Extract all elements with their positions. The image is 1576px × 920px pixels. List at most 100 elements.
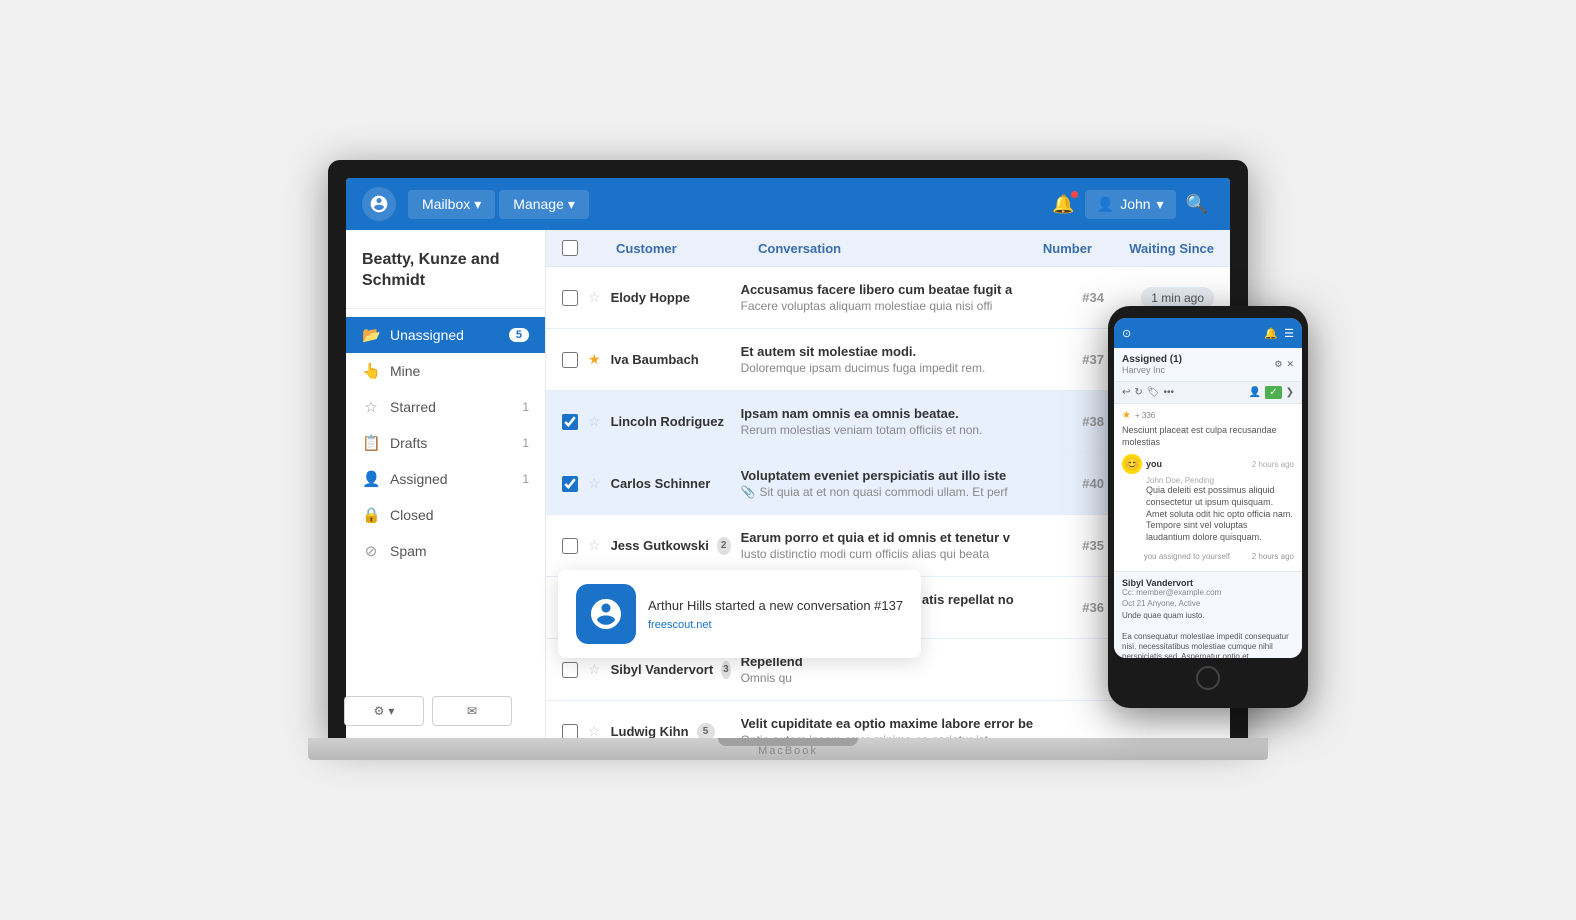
check-icon[interactable]: ✓ <box>1265 386 1281 399</box>
drafts-count: 1 <box>522 436 529 450</box>
phone-message: 😊 you 2 hours ago John Doe, Pending Quia… <box>1122 454 1294 543</box>
sidebar-label: Assigned <box>390 471 512 487</box>
manage-label: Manage <box>513 196 564 212</box>
star-toggle[interactable]: ★ <box>588 351 601 368</box>
conv-badge: 2 <box>717 537 731 555</box>
select-all-checkbox[interactable] <box>562 240 578 256</box>
conv-preview: Doloremque ipsam ducimus fuga impedit re… <box>741 361 1044 375</box>
conv-number: #36 <box>1054 600 1104 615</box>
col-customer-header: Customer <box>616 241 746 256</box>
row-checkbox[interactable] <box>562 538 578 554</box>
conv-body: Earum porro et quia et id omnis et tenet… <box>741 530 1044 561</box>
gear-icon: ⚙ <box>374 704 385 718</box>
col-conversation-header: Conversation <box>758 241 1010 256</box>
phone-home-button[interactable] <box>1196 666 1220 690</box>
conv-subject: Ipsam nam omnis ea omnis beatae. <box>741 406 1044 421</box>
unassigned-badge: 5 <box>509 328 529 342</box>
chevron-icon[interactable]: ❯ <box>1286 387 1294 398</box>
sidebar-label: Starred <box>390 399 512 415</box>
conv-list-header: Customer Conversation Number Waiting Sin… <box>546 230 1230 267</box>
compose-icon: ✉ <box>467 704 477 718</box>
phone-msg-time: 2 hours ago <box>1252 460 1294 469</box>
sidebar-item-drafts[interactable]: 📋 Drafts 1 <box>346 425 545 461</box>
conv-body: Accusamus facere libero cum beatae fugit… <box>741 282 1044 313</box>
row-checkbox[interactable] <box>562 662 578 678</box>
sidebar-item-spam[interactable]: ⊘ Spam <box>346 533 545 569</box>
bell-button[interactable]: 🔔 <box>1046 188 1080 221</box>
star-toggle[interactable]: ☆ <box>588 475 601 492</box>
more-icon[interactable]: ••• <box>1163 387 1174 398</box>
phone-screen: ⊙ 🔔 ☰ Assigned (1) Harvey Inc ⚙ ✕ <box>1114 318 1302 658</box>
ban-icon: ⊘ <box>362 542 380 560</box>
star-toggle[interactable]: ☆ <box>588 661 601 678</box>
conv-subject: Et autem sit molestiae modi. <box>741 344 1044 359</box>
phone-msg-body: Quia deleiti est possimus aliquid consec… <box>1122 485 1294 543</box>
sidebar-item-unassigned[interactable]: 📂 Unassigned 5 <box>346 317 545 353</box>
conv-subject: Voluptatem eveniet perspiciatis aut illo… <box>741 468 1044 483</box>
settings-button[interactable]: ⚙ ▾ <box>346 696 424 726</box>
row-checkbox[interactable] <box>562 724 578 739</box>
star-toggle[interactable]: ☆ <box>588 289 601 306</box>
phone-conv-title: Assigned (1) <box>1122 354 1182 365</box>
customer-name: Ludwig Kihn 5 <box>611 723 731 739</box>
row-checkbox[interactable] <box>562 352 578 368</box>
row-checkbox[interactable] <box>562 290 578 306</box>
col-waiting-header: Waiting Since <box>1104 241 1214 256</box>
sidebar-item-mine[interactable]: 👆 Mine <box>346 353 545 389</box>
row-checkbox[interactable] <box>562 476 578 492</box>
sidebar-label: Mine <box>390 363 529 379</box>
phone-assigned-note: you assigned to yourself 2 hours ago <box>1122 552 1294 561</box>
conv-badge: 3 <box>721 661 730 679</box>
sidebar-item-assigned[interactable]: 👤 Assigned 1 <box>346 461 545 497</box>
mailbox-label: Mailbox <box>422 196 470 212</box>
person-icon: 👤 <box>362 470 380 488</box>
drafts-icon: 📋 <box>362 434 380 452</box>
reply-icon[interactable]: ↩ <box>1122 387 1130 398</box>
sidebar-label: Closed <box>390 507 529 523</box>
conv-preview: Facere voluptas aliquam molestiae quia n… <box>741 299 1044 313</box>
tag-icon[interactable]: 🏷 <box>1147 387 1160 398</box>
conv-subject: Accusamus facere libero cum beatae fugit… <box>741 282 1044 297</box>
phone-top-bar: ⊙ 🔔 ☰ <box>1114 318 1302 348</box>
user-menu[interactable]: 👤 John ▾ <box>1085 190 1176 219</box>
popup-domain: freescout.net <box>648 619 903 631</box>
star-toggle[interactable]: ☆ <box>588 723 601 738</box>
phone-contact: Sibyl Vandervort Cc: member@example.com … <box>1114 571 1302 658</box>
conv-preview: Omnis qu <box>741 671 1044 685</box>
notification-badge <box>1070 190 1079 199</box>
hand-icon: 👆 <box>362 362 380 380</box>
phone-contact-name: Sibyl Vandervort <box>1122 578 1294 588</box>
conv-preview: Rerum molestias veniam totam officiis et… <box>741 423 1044 437</box>
sidebar-item-starred[interactable]: ☆ Starred 1 <box>346 389 545 425</box>
starred-count: 1 <box>522 400 529 414</box>
star-toggle[interactable]: ☆ <box>588 413 601 430</box>
compose-button[interactable]: ✉ <box>432 696 512 726</box>
notification-popup: Arthur Hills started a new conversation … <box>558 570 921 658</box>
attachment-icon: 📎 <box>741 485 756 499</box>
person-icon[interactable]: 👤 <box>1249 387 1261 398</box>
folder-icon: 📂 <box>362 326 380 344</box>
phone-contact-body: Unde quae quam iusto.Ea consequatur mole… <box>1122 611 1294 658</box>
col-number-header: Number <box>1022 241 1092 256</box>
search-button[interactable]: 🔍 <box>1180 188 1214 221</box>
sidebar: Beatty, Kunze and Schmidt 📂 Unassigned 5… <box>346 230 546 738</box>
phone-sender: you <box>1146 459 1162 469</box>
phone-conv-subtitle: Harvey Inc <box>1122 365 1182 375</box>
row-checkbox[interactable] <box>562 414 578 430</box>
user-label: John <box>1120 196 1150 212</box>
customer-name: Carlos Schinner <box>611 476 731 491</box>
sidebar-item-closed[interactable]: 🔒 Closed <box>346 497 545 533</box>
app-logo[interactable] <box>362 187 396 221</box>
phone-menu-icon: ☰ <box>1284 327 1294 340</box>
manage-menu[interactable]: Manage ▾ <box>499 190 589 219</box>
conv-number: #37 <box>1054 352 1104 367</box>
conv-number: #35 <box>1054 538 1104 553</box>
conv-number: #40 <box>1054 476 1104 491</box>
conv-body: Repellend Omnis qu <box>741 654 1044 685</box>
settings-arrow: ▾ <box>388 704 394 718</box>
star-toggle[interactable]: ☆ <box>588 537 601 554</box>
refresh-icon[interactable]: ↻ <box>1134 387 1142 398</box>
phone-logo: ⊙ <box>1122 327 1131 340</box>
mailbox-menu[interactable]: Mailbox ▾ <box>408 190 495 219</box>
phone-contact-email: Cc: member@example.com <box>1122 588 1294 597</box>
